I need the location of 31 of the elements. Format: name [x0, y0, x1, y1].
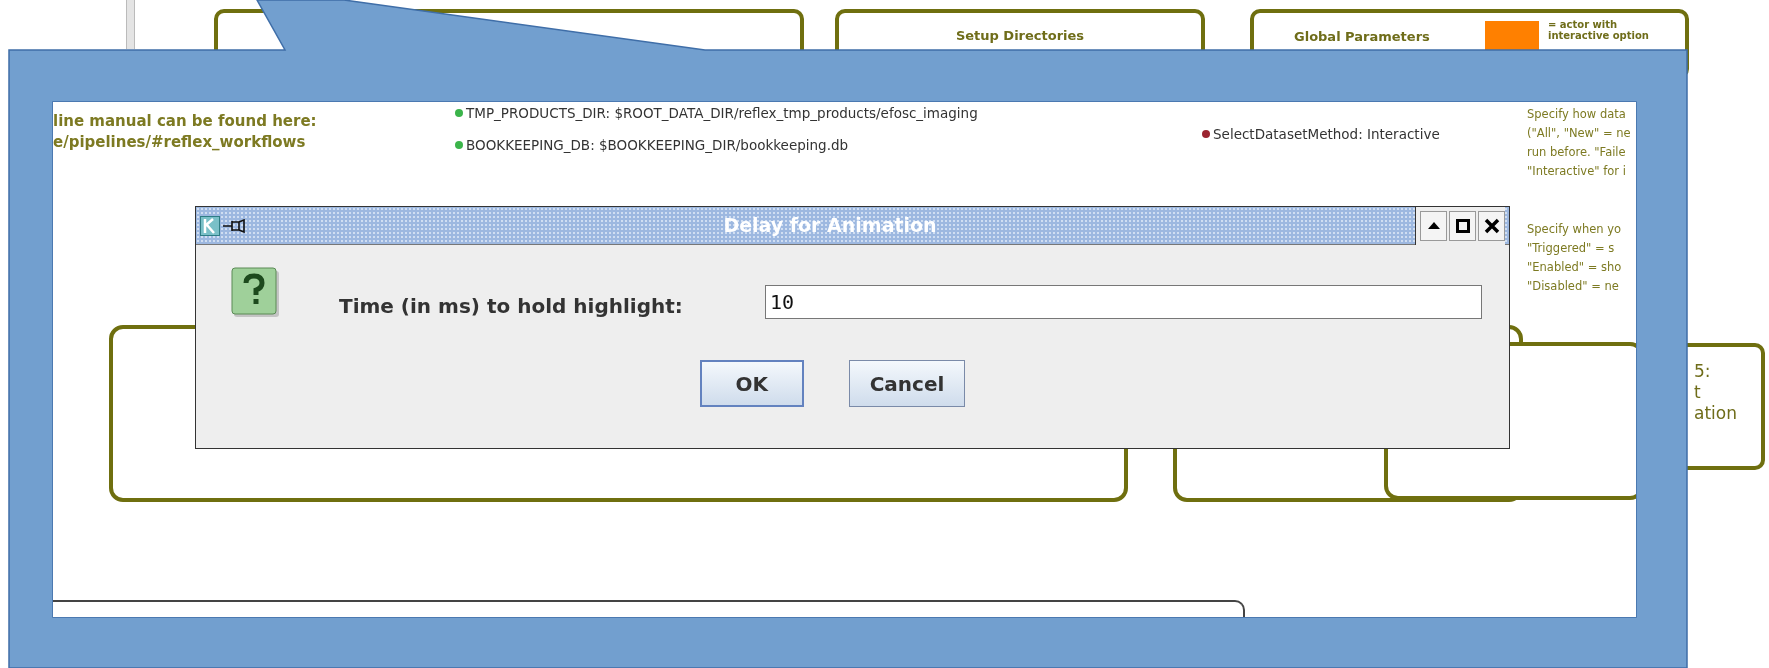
dialog-button[interactable]: OK: [699, 360, 804, 407]
description-text: ("All", "New" = ne: [1527, 125, 1631, 142]
manual-link-text: line manual can be found here:: [53, 111, 317, 132]
pin-icon[interactable]: [223, 218, 245, 233]
description-text: "Enabled" = sho: [1527, 259, 1622, 276]
box-title: Global Parameters: [1294, 28, 1430, 46]
minimize-button[interactable]: [1420, 210, 1447, 241]
box-label: t: [1694, 382, 1702, 403]
description-text: Specify how data: [1527, 106, 1627, 123]
box-label: 5:: [1694, 361, 1712, 382]
description-text: Specify when yo: [1527, 221, 1622, 238]
dialog-title: Delay for Animation: [722, 213, 938, 239]
dialog-button[interactable]: Cancel: [848, 360, 966, 407]
description-text: "Disabled" = ne: [1527, 278, 1620, 295]
prompt-label: Time (in ms) to hold highlight:: [339, 293, 683, 320]
scrollbar[interactable]: [126, 0, 135, 49]
legend-text: = actor with interactive option: [1548, 19, 1650, 41]
close-button[interactable]: [1478, 210, 1505, 241]
parameter-text[interactable]: SelectDatasetMethod: Interactive: [1213, 124, 1440, 145]
manual-link-text: e/pipelines/#reflex_workflows: [53, 132, 306, 153]
parameter-text[interactable]: TMP_PRODUCTS_DIR: $ROOT_DATA_DIR/reflex_tmp_products/efosc_imaging: [466, 103, 978, 124]
box-label: ation: [1694, 403, 1737, 424]
input-field[interactable]: 10: [765, 285, 1482, 319]
parameter-text[interactable]: BOOKKEEPING_DB: $BOOKKEEPING_DIR/bookkeeping.db: [466, 135, 849, 156]
description-text: "Interactive" for i: [1527, 163, 1627, 180]
box-title: Setup Directories: [954, 27, 1086, 45]
question-icon: [231, 267, 281, 319]
maximize-button[interactable]: [1449, 210, 1476, 241]
description-text: "Triggered" = s: [1527, 240, 1616, 257]
description-text: run before. "Faile: [1527, 144, 1627, 161]
app-icon[interactable]: [200, 215, 220, 236]
